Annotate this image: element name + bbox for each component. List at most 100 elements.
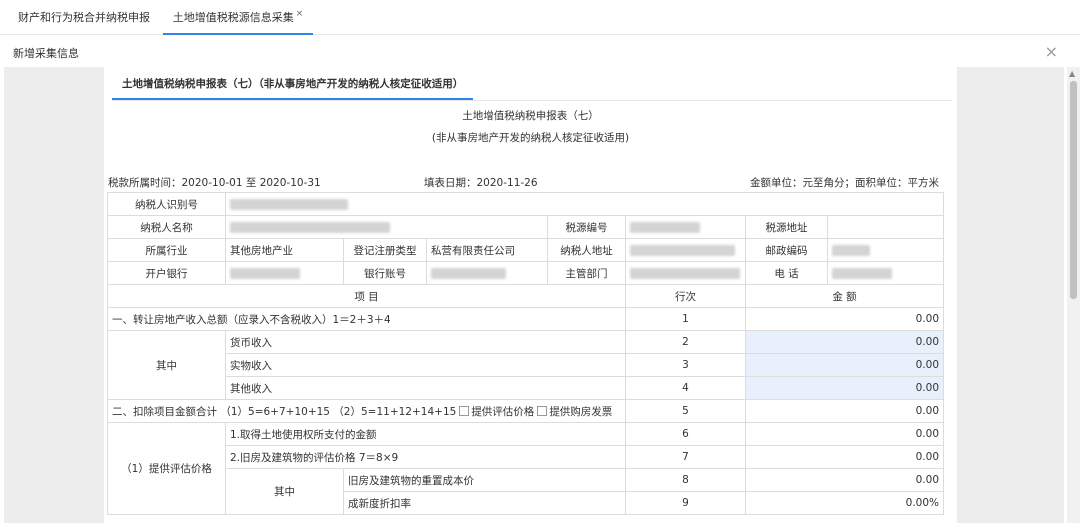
row-number: 9 xyxy=(625,491,746,515)
row-label-with-options: 二、扣除项目金额合计 （1）5=6+7+10+15 （2）5=11+12+14+… xyxy=(107,399,626,423)
dialog-header: 新增采集信息 × xyxy=(0,36,1080,66)
tax-period: 税款所属时间：2020-10-01 至 2020-10-31 xyxy=(108,177,321,189)
group-label: （1）提供评估价格 xyxy=(107,422,226,515)
amount-value: 0.00 xyxy=(744,422,945,446)
bank-label: 开户银行 xyxy=(107,261,226,285)
form-subtitle: (非从事房地产开发的纳税人核定征收适用) xyxy=(431,132,630,144)
sub-group-label: 其中 xyxy=(225,468,344,515)
amount-input[interactable]: 0.00 xyxy=(744,353,945,377)
tab-combined-tax-declaration[interactable]: 财产和行为税合并纳税申报 xyxy=(18,0,150,35)
table-row: 开户银行 银行账号 主管部门 电 话 xyxy=(107,261,945,285)
redacted-value xyxy=(630,244,735,256)
industry-value: 其他房地产业 xyxy=(225,238,344,262)
postcode-field xyxy=(826,238,945,262)
row-label: 一、转让房地产收入总额（应录入不含税收入）1＝2＋3＋4 xyxy=(107,307,626,331)
unit-note: 金额单位：元至角分；面积单位：平方米 xyxy=(750,177,939,189)
postcode-label: 邮政编码 xyxy=(745,238,828,262)
amount-input[interactable]: 0.00 xyxy=(744,376,945,400)
group-label: 其中 xyxy=(107,330,226,400)
checkbox-label: 提供购房发票 xyxy=(549,405,613,418)
row-number: 5 xyxy=(625,399,746,423)
scroll-up-icon[interactable]: ▲ xyxy=(1069,69,1075,78)
bank-field xyxy=(225,261,344,285)
checkbox[interactable] xyxy=(537,405,548,416)
source-addr-field xyxy=(826,215,945,239)
account-label: 银行账号 xyxy=(343,261,427,285)
fill-date: 填表日期：2020-11-26 xyxy=(424,177,538,189)
close-icon[interactable]: × xyxy=(296,9,304,19)
source-no-field xyxy=(625,215,746,239)
checkbox[interactable] xyxy=(459,405,470,416)
table-row: 一、转让房地产收入总额（应录入不含税收入）1＝2＋3＋4 1 0.00 xyxy=(107,307,945,331)
declaration-table: 纳税人识别号 纳税人名称 税源编号 税源地址 所属行业 其他房地产业 登记注册类… xyxy=(107,192,945,515)
row-number: 1 xyxy=(625,307,746,331)
table-row: 其他收入 4 0.00 xyxy=(108,376,945,400)
row-label: 其他收入 xyxy=(225,376,626,400)
redacted-value xyxy=(431,267,506,279)
row-number: 6 xyxy=(625,422,746,446)
table-row: 实物收入 3 0.00 xyxy=(108,353,945,377)
taxpayer-addr-field xyxy=(625,238,746,262)
dialog-title: 新增采集信息 xyxy=(13,47,79,60)
row-label: 旧房及建筑物的重置成本价 xyxy=(343,468,626,492)
industry-label: 所属行业 xyxy=(107,238,226,262)
table-row: 纳税人名称 税源编号 税源地址 xyxy=(107,215,945,239)
table-row: 2.旧房及建筑物的评估价格 7＝8×9 7 0.00 xyxy=(108,445,945,469)
form-title: 土地增值税纳税申报表（七） xyxy=(462,110,599,122)
redacted-value xyxy=(630,221,700,233)
row-number: 3 xyxy=(625,353,746,377)
tab-land-vat-source-collection[interactable]: 土地增值税税源信息采集 × xyxy=(163,0,313,35)
reg-type-label: 登记注册类型 xyxy=(343,238,427,262)
source-addr-label: 税源地址 xyxy=(745,215,828,239)
amount-value: 0.00 xyxy=(744,307,945,331)
redacted-value xyxy=(230,221,390,233)
table-row: 二、扣除项目金额合计 （1）5=6+7+10+15 （2）5=11+12+14+… xyxy=(107,399,945,423)
row-number: 2 xyxy=(625,330,746,354)
table-row: 其中 旧房及建筑物的重置成本价 8 0.00 xyxy=(108,468,945,515)
redacted-value xyxy=(630,267,740,279)
column-header-row-no: 行次 xyxy=(625,284,746,308)
table-row: 其中 货币收入 2 0.00 xyxy=(107,330,945,400)
taxpayer-name-field xyxy=(225,215,548,239)
row-label: 成新度折扣率 xyxy=(343,491,626,515)
amount-value: 0.00% xyxy=(744,491,945,515)
row-number: 7 xyxy=(625,445,746,469)
amount-value: 0.00 xyxy=(744,399,945,423)
amount-input[interactable]: 0.00 xyxy=(744,330,945,354)
close-icon[interactable]: × xyxy=(1045,42,1058,61)
scrollbar-thumb[interactable] xyxy=(1070,81,1077,299)
tab-label: 财产和行为税合并纳税申报 xyxy=(18,11,150,24)
table-header-row: 项 目 行次 金 额 xyxy=(107,284,945,308)
account-field xyxy=(426,261,548,285)
tab-form-seven[interactable]: 土地增值税纳税申报表（七）（非从事房地产开发的纳税人核定征收适用） xyxy=(112,69,474,100)
row-label: 货币收入 xyxy=(225,330,626,354)
amount-value: 0.00 xyxy=(744,468,945,492)
redacted-value xyxy=(230,267,300,279)
row-label: 1.取得土地使用权所支付的金额 xyxy=(225,422,626,446)
vertical-scrollbar[interactable]: ▲ xyxy=(1067,67,1080,523)
phone-label: 电 话 xyxy=(745,261,828,285)
form-canvas: 土地增值税纳税申报表（七）（非从事房地产开发的纳税人核定征收适用） 土地增值税纳… xyxy=(4,67,1064,523)
table-row: 纳税人识别号 xyxy=(107,192,945,216)
reg-type-value: 私营有限责任公司 xyxy=(426,238,548,262)
source-no-label: 税源编号 xyxy=(547,215,626,239)
taxpayer-name-label: 纳税人名称 xyxy=(107,215,226,239)
column-header-item: 项 目 xyxy=(107,284,626,308)
dept-field xyxy=(625,261,746,285)
divider xyxy=(112,100,952,101)
row-number: 4 xyxy=(625,376,746,400)
row-number: 8 xyxy=(625,468,746,492)
row-label: 2.旧房及建筑物的评估价格 7＝8×9 xyxy=(225,445,626,469)
taxpayer-id-field xyxy=(224,192,945,216)
table-row: （1）提供评估价格 1.取得土地使用权所支付的金额 6 0.00 xyxy=(107,422,945,515)
checkbox-label: 提供评估价格 xyxy=(471,405,535,418)
row-label: 二、扣除项目金额合计 （1）5=6+7+10+15 （2）5=11+12+14+… xyxy=(112,405,457,418)
amount-value: 0.00 xyxy=(744,445,945,469)
taxpayer-addr-label: 纳税人地址 xyxy=(547,238,626,262)
redacted-value xyxy=(832,267,892,279)
table-row: 所属行业 其他房地产业 登记注册类型 私营有限责任公司 纳税人地址 邮政编码 xyxy=(107,238,945,262)
phone-field xyxy=(826,261,945,285)
tab-label: 土地增值税税源信息采集 xyxy=(172,11,294,24)
redacted-value xyxy=(832,244,870,256)
tab-bar: 财产和行为税合并纳税申报 土地增值税税源信息采集 × xyxy=(0,0,1080,35)
